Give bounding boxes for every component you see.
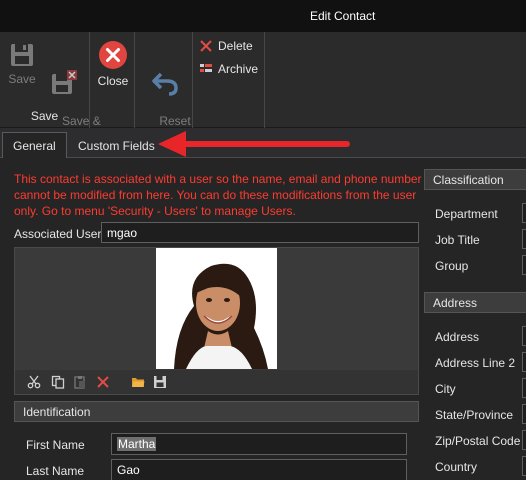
classification-header: Classification <box>424 169 526 190</box>
general-tab-content: This contact is associated with a user s… <box>0 158 526 480</box>
photo-toolbar <box>15 370 418 394</box>
archive-button[interactable]: Archive <box>199 62 258 76</box>
tab-general[interactable]: General <box>2 132 67 159</box>
group-label: Group <box>435 259 469 273</box>
department-label: Department <box>435 207 498 221</box>
group-field[interactable] <box>522 255 526 275</box>
zip-postal-code-field[interactable] <box>522 430 526 450</box>
ribbon-toolbar: Save Save & Close Save Close <box>0 32 526 142</box>
record-group: Delete Archive <box>193 32 265 128</box>
title-bar: Edit Contact <box>0 0 526 32</box>
state-province-label: State/Province <box>435 408 514 422</box>
job-title-field[interactable] <box>522 229 526 249</box>
first-name-value: Martha <box>117 437 157 451</box>
identification-header: Identification <box>14 401 419 422</box>
delete-label: Delete <box>218 39 253 53</box>
association-notice: This contact is associated with a user s… <box>14 172 422 218</box>
save-photo-icon[interactable] <box>153 375 167 389</box>
close-circle-icon <box>99 41 127 69</box>
tab-custom-fields[interactable]: Custom Fields <box>68 133 165 158</box>
address-field[interactable] <box>522 326 526 346</box>
contact-photo[interactable] <box>156 248 277 369</box>
copy-icon[interactable] <box>51 375 65 389</box>
cut-icon[interactable] <box>27 375 41 389</box>
close-button[interactable]: Close <box>94 40 132 88</box>
save-icon <box>11 44 33 66</box>
address-line2-field[interactable] <box>522 352 526 372</box>
first-name-label: First Name <box>26 438 85 452</box>
paste-icon[interactable] <box>73 375 87 389</box>
address-header: Address <box>424 292 526 313</box>
reset-group: Reset Changes <box>135 32 193 142</box>
department-field[interactable] <box>522 203 526 223</box>
portrait-image <box>156 248 277 369</box>
save-close-icon <box>52 70 77 94</box>
country-field[interactable] <box>522 456 526 476</box>
city-label: City <box>435 382 456 396</box>
associated-user-label: Associated User <box>14 227 102 241</box>
last-name-field[interactable]: Gao <box>111 459 407 480</box>
save-group-label: Save <box>30 109 59 123</box>
delete-x-icon <box>200 40 212 52</box>
undo-icon <box>152 72 178 96</box>
city-field[interactable] <box>522 378 526 398</box>
photo-panel <box>14 247 419 395</box>
last-name-label: Last Name <box>26 464 85 478</box>
save-group: Save Save & Close Save <box>0 32 101 142</box>
open-folder-icon[interactable] <box>131 375 145 389</box>
clear-photo-icon[interactable] <box>96 375 110 389</box>
close-label: Close <box>97 74 129 88</box>
tab-strip: General Custom Fields <box>0 128 526 159</box>
archive-icon <box>200 64 212 72</box>
close-group: Close <box>90 32 135 128</box>
country-label: Country <box>435 460 478 474</box>
first-name-field[interactable]: Martha <box>111 433 407 455</box>
archive-label: Archive <box>218 62 259 76</box>
zip-postal-code-label: Zip/Postal Code <box>435 434 521 448</box>
address-label: Address <box>435 330 480 344</box>
delete-button[interactable]: Delete <box>199 39 253 53</box>
save-button[interactable]: Save <box>4 42 40 86</box>
save-label: Save <box>8 72 36 86</box>
associated-user-field[interactable]: mgao <box>101 222 419 243</box>
state-province-field[interactable] <box>522 404 526 424</box>
address-line2-label: Address Line 2 <box>435 356 516 370</box>
job-title-label: Job Title <box>435 233 480 247</box>
window-title: Edit Contact <box>310 9 376 23</box>
